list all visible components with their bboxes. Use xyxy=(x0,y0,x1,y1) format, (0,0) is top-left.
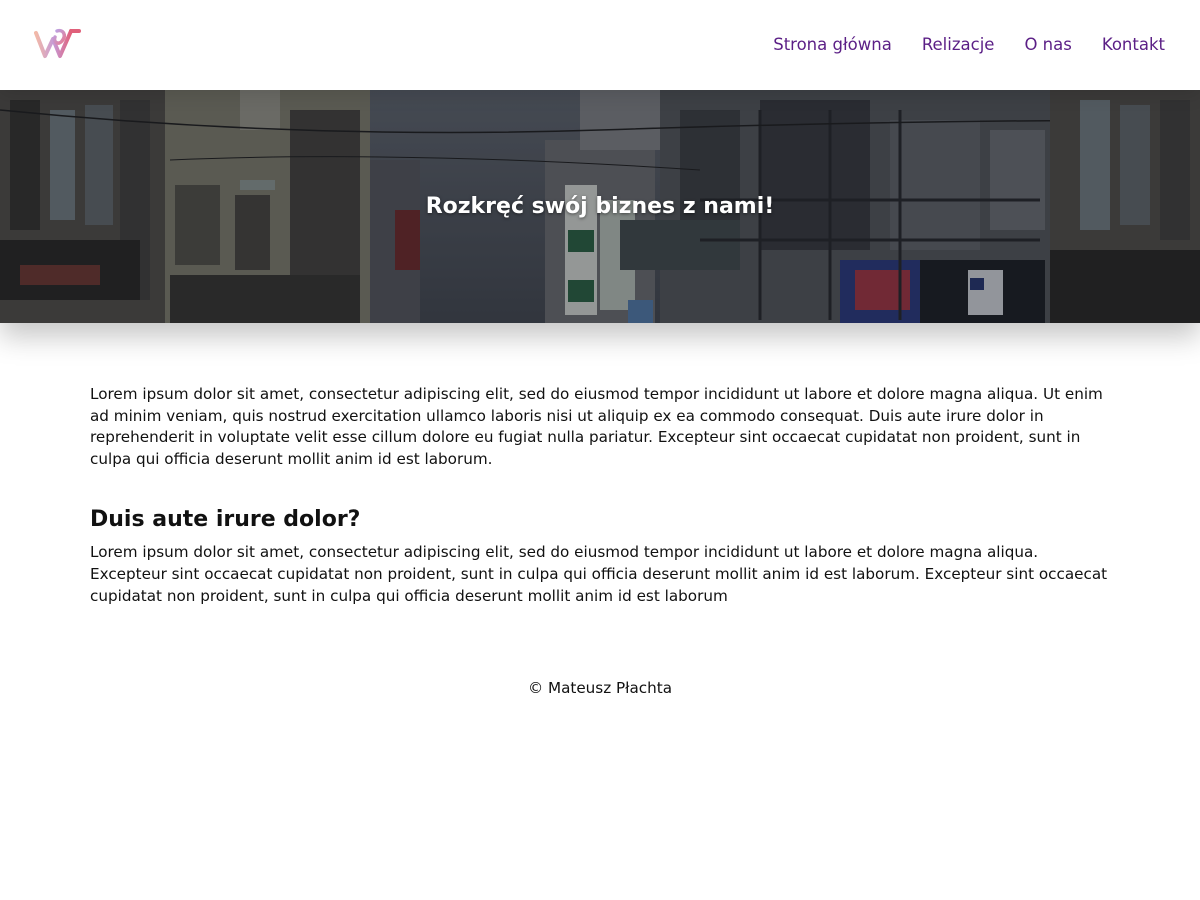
main-content: Lorem ipsum dolor sit amet, consectetur … xyxy=(90,384,1115,607)
nav-link-contact[interactable]: Kontakt xyxy=(1102,34,1165,56)
nav-link-about[interactable]: O nas xyxy=(1024,34,1071,56)
logo-icon xyxy=(34,28,81,58)
section-heading: Duis aute irure dolor? xyxy=(90,507,361,533)
site-header: Strona główna Relizacje O nas Kontakt xyxy=(0,0,1200,90)
nav-link-projects[interactable]: Relizacje xyxy=(922,34,995,56)
nav-link-home[interactable]: Strona główna xyxy=(773,34,892,56)
footer-copyright: © Mateusz Płachta xyxy=(527,679,673,697)
main-nav: Strona główna Relizacje O nas Kontakt xyxy=(773,34,1165,56)
hero-banner: Rozkręć swój biznes z nami! xyxy=(0,90,1200,323)
hero-title: Rozkręć swój biznes z nami! xyxy=(425,194,775,219)
intro-paragraph: Lorem ipsum dolor sit amet, consectetur … xyxy=(90,385,1103,468)
brand-logo[interactable] xyxy=(33,27,83,61)
section-paragraph: Lorem ipsum dolor sit amet, consectetur … xyxy=(90,543,1108,605)
